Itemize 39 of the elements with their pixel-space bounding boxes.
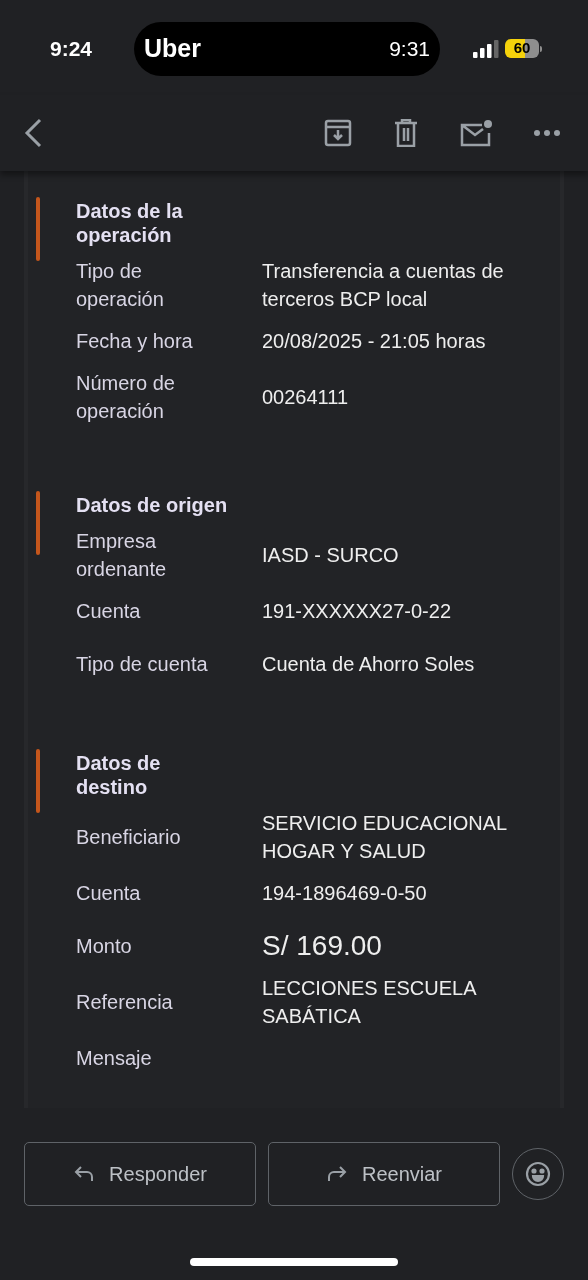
signal-icon <box>473 39 499 58</box>
field-value: SERVICIO EDUCACIONAL HOGAR Y SALUD <box>262 811 508 864</box>
forward-icon <box>325 1164 348 1184</box>
field-label: Tipo de cuenta <box>76 652 209 677</box>
mail-icon[interactable] <box>460 119 492 147</box>
field-label: Referencia <box>76 990 174 1015</box>
field-label: Cuenta <box>76 881 142 906</box>
reply-icon <box>73 1164 96 1184</box>
field-label: Fecha y hora <box>76 329 194 354</box>
field-label: Mensaje <box>76 1046 153 1071</box>
field-label: Número de operación <box>76 371 176 424</box>
field-value: LECCIONES ESCUELA SABÁTICA <box>262 976 477 1029</box>
archive-icon[interactable] <box>324 119 352 147</box>
field-value: 00264111 <box>262 385 349 410</box>
field-value: 20/08/2025 - 21:05 horas <box>262 329 487 354</box>
field-label: Beneficiario <box>76 825 182 850</box>
smiley-icon <box>525 1161 551 1187</box>
field-label: Monto <box>76 934 133 959</box>
field-label: Cuenta <box>76 599 142 624</box>
field-label: Empresa ordenante <box>76 529 168 582</box>
back-icon[interactable] <box>22 117 44 149</box>
reply-button[interactable]: Responder <box>24 1142 256 1206</box>
more-icon[interactable] <box>534 130 560 136</box>
section-title: Datos de destino <box>76 751 162 799</box>
field-label: Tipo de operación <box>76 259 165 312</box>
section-title: Datos de la operación <box>76 199 184 247</box>
field-value: 194-1896469-0-50 <box>262 881 428 906</box>
field-value: Transferencia a cuentas de terceros BCP local <box>262 259 505 312</box>
field-value: S/ 169.00 <box>262 932 383 960</box>
section-title: Datos de origen <box>76 493 229 517</box>
activity-time: 9:31 <box>389 35 430 62</box>
field-value: IASD - SURCO <box>262 543 400 568</box>
trash-icon[interactable] <box>394 119 418 147</box>
field-value: 191-XXXXXX27-0-22 <box>262 599 452 624</box>
battery-level: 60 <box>505 39 539 58</box>
field-value: Cuenta de Ahorro Soles <box>262 652 476 677</box>
status-time: 9:24 <box>50 35 94 62</box>
forward-button[interactable]: Reenviar <box>268 1142 500 1206</box>
activity-app: Uber <box>144 32 201 64</box>
